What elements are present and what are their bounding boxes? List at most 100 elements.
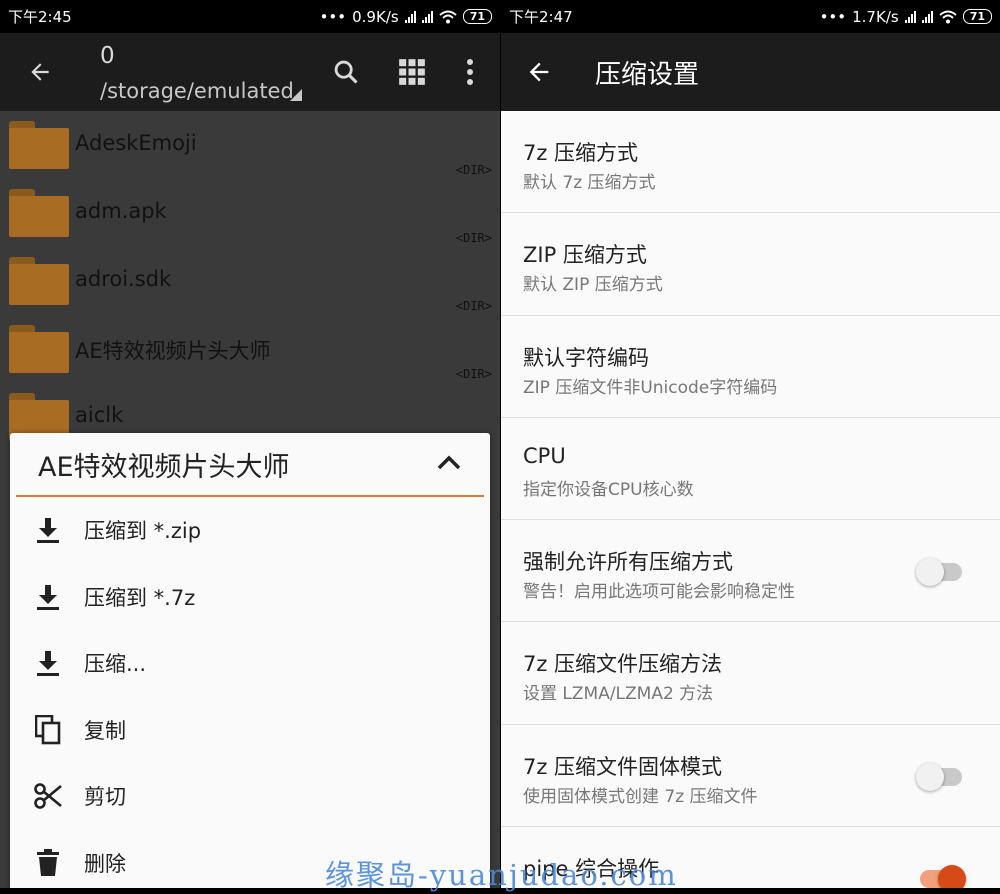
battery-indicator: 71 <box>962 9 992 24</box>
sheet-title: AE特效视频片头大师 <box>38 451 290 483</box>
setting-cpu[interactable]: CPU 指定你设备CPU核心数 <box>501 417 1000 521</box>
setting-7z-method[interactable]: 7z 压缩方式 默认 7z 压缩方式 <box>501 111 1000 214</box>
menu-item-label: 压缩到 *.7z <box>84 585 196 610</box>
status-time: 下午2:45 <box>8 8 72 26</box>
menu-item-label: 压缩到 *.zip <box>84 519 202 544</box>
menu-item-zip[interactable]: 压缩到 *.zip <box>10 497 490 564</box>
file-name: adroi.sdk <box>75 267 172 291</box>
item-count: 0 <box>100 43 115 69</box>
dir-tag: <DIR> <box>455 231 492 245</box>
folder-icon <box>9 325 69 373</box>
menu-item-7z[interactable]: 压缩到 *.7z <box>10 564 490 631</box>
signal-icon <box>404 10 416 23</box>
page-title: 压缩设置 <box>595 59 700 90</box>
signal-icon-2 <box>921 10 933 23</box>
more-vert-icon <box>467 59 473 85</box>
setting-title: 7z 压缩方式 <box>523 141 639 165</box>
setting-7z-solid-mode[interactable]: 7z 压缩文件固体模式 使用固体模式创建 7z 压缩文件 <box>501 724 1000 828</box>
setting-title: 7z 压缩文件压缩方法 <box>523 652 723 677</box>
download-icon <box>34 581 62 613</box>
folder-icon <box>9 189 69 237</box>
network-speed: 0.9K/s <box>352 7 399 26</box>
setting-subtitle: ZIP 压缩文件非Unicode字符编码 <box>523 377 778 398</box>
cut-icon <box>34 780 62 812</box>
setting-title: 7z 压缩文件固体模式 <box>523 754 723 779</box>
toggle-knob <box>916 762 944 791</box>
network-speed: 1.7K/s <box>852 7 899 26</box>
setting-title: 默认字符编码 <box>523 345 649 370</box>
settings-list: 7z 压缩方式 默认 7z 压缩方式 ZIP 压缩方式 默认 ZIP 压缩方式 … <box>501 111 1000 888</box>
back-arrow-icon <box>31 63 49 81</box>
setting-title: ZIP 压缩方式 <box>523 243 647 268</box>
wifi-icon <box>939 10 957 23</box>
wifi-icon <box>439 10 457 23</box>
file-row[interactable]: AdeskEmoji <DIR> <box>0 111 500 179</box>
dots-icon: ••• <box>819 7 847 26</box>
setting-zip-method[interactable]: ZIP 压缩方式 默认 ZIP 压缩方式 <box>501 213 1000 316</box>
folder-icon <box>9 121 69 169</box>
file-row[interactable]: AE特效视频片头大师 <DIR> <box>0 315 500 383</box>
back-button[interactable] <box>519 52 559 92</box>
settings-app-bar: 压缩设置 <box>501 33 1000 111</box>
file-row[interactable]: adm.apk <DIR> <box>0 179 500 247</box>
file-name: adm.apk <box>75 199 167 223</box>
menu-item-label: 剪切 <box>84 785 126 810</box>
back-arrow-icon <box>529 62 549 82</box>
menu-item-compress[interactable]: 压缩... <box>10 630 490 697</box>
compress-settings-screen: 下午2:47 ••• 1.7K/s 71 压缩设置 7z 压缩方式 默认 7z … <box>501 0 1000 888</box>
file-app-bar: 0 /storage/emulated <box>0 33 500 111</box>
grid-view-button[interactable] <box>392 52 432 92</box>
dir-tag: <DIR> <box>455 163 492 177</box>
copy-icon <box>34 714 62 746</box>
menu-item-label: 复制 <box>84 718 126 743</box>
grid-icon <box>399 59 425 85</box>
toggle-switch[interactable] <box>920 865 966 888</box>
setting-default-encoding[interactable]: 默认字符编码 ZIP 压缩文件非Unicode字符编码 <box>501 315 1000 418</box>
setting-subtitle: 默认 7z 压缩方式 <box>523 173 656 193</box>
file-manager-screen: 下午2:45 ••• 0.9K/s 71 0 /storage/emulated <box>0 0 500 888</box>
status-indicators: ••• 0.9K/s 71 <box>320 8 492 26</box>
battery-indicator: 71 <box>462 9 492 24</box>
collapse-button[interactable] <box>436 453 462 475</box>
menu-item-cut[interactable]: 剪切 <box>10 763 490 830</box>
download-icon <box>34 647 62 679</box>
toggle-switch[interactable] <box>916 762 962 791</box>
toggle-switch[interactable] <box>916 558 962 587</box>
dir-tag: <DIR> <box>455 299 492 313</box>
status-bar: 下午2:45 ••• 0.9K/s 71 <box>0 0 500 33</box>
back-button[interactable] <box>20 52 60 92</box>
status-time: 下午2:47 <box>509 8 573 26</box>
setting-title: CPU <box>523 443 566 468</box>
setting-subtitle: 设置 LZMA/LZMA2 方法 <box>523 684 714 705</box>
context-menu-sheet: AE特效视频片头大师 压缩到 *.zip 压缩到 *.7z 压缩... 复制 剪… <box>10 433 490 888</box>
file-name: aiclk <box>75 403 124 427</box>
setting-subtitle: 默认 ZIP 压缩方式 <box>523 275 663 296</box>
menu-item-label: 删除 <box>84 851 126 876</box>
file-name: AE特效视频片头大师 <box>75 339 271 363</box>
dir-tag: <DIR> <box>455 367 492 381</box>
folder-icon <box>9 257 69 305</box>
setting-7z-compress-method[interactable]: 7z 压缩文件压缩方法 设置 LZMA/LZMA2 方法 <box>501 622 1000 725</box>
setting-subtitle: 警告！启用此选项可能会影响稳定性 <box>523 582 795 603</box>
more-button[interactable] <box>450 52 490 92</box>
setting-subtitle: 指定你设备CPU核心数 <box>523 479 694 500</box>
sheet-header: AE特效视频片头大师 <box>16 433 484 497</box>
search-button[interactable] <box>326 52 366 92</box>
file-name: AdeskEmoji <box>75 131 197 155</box>
current-path: /storage/emulated <box>100 79 294 103</box>
path-selector[interactable]: 0 /storage/emulated <box>100 33 326 111</box>
setting-force-all-methods[interactable]: 强制允许所有压缩方式 警告！启用此选项可能会影响稳定性 <box>501 520 1000 623</box>
status-bar: 下午2:47 ••• 1.7K/s 71 <box>501 0 1000 33</box>
delete-icon <box>34 847 62 879</box>
menu-item-copy[interactable]: 复制 <box>10 697 490 764</box>
toggle-knob <box>916 558 944 587</box>
signal-icon-2 <box>421 10 433 23</box>
menu-item-label: 压缩... <box>84 652 147 677</box>
dots-icon: ••• <box>319 7 347 26</box>
status-indicators: ••• 1.7K/s 71 <box>820 8 992 26</box>
file-list: AdeskEmoji <DIR> adm.apk <DIR> adroi.sdk… <box>0 111 500 451</box>
setting-title: 强制允许所有压缩方式 <box>523 550 733 575</box>
download-icon <box>34 514 62 546</box>
file-row[interactable]: adroi.sdk <DIR> <box>0 247 500 315</box>
setting-subtitle: 使用固体模式创建 7z 压缩文件 <box>523 786 758 807</box>
